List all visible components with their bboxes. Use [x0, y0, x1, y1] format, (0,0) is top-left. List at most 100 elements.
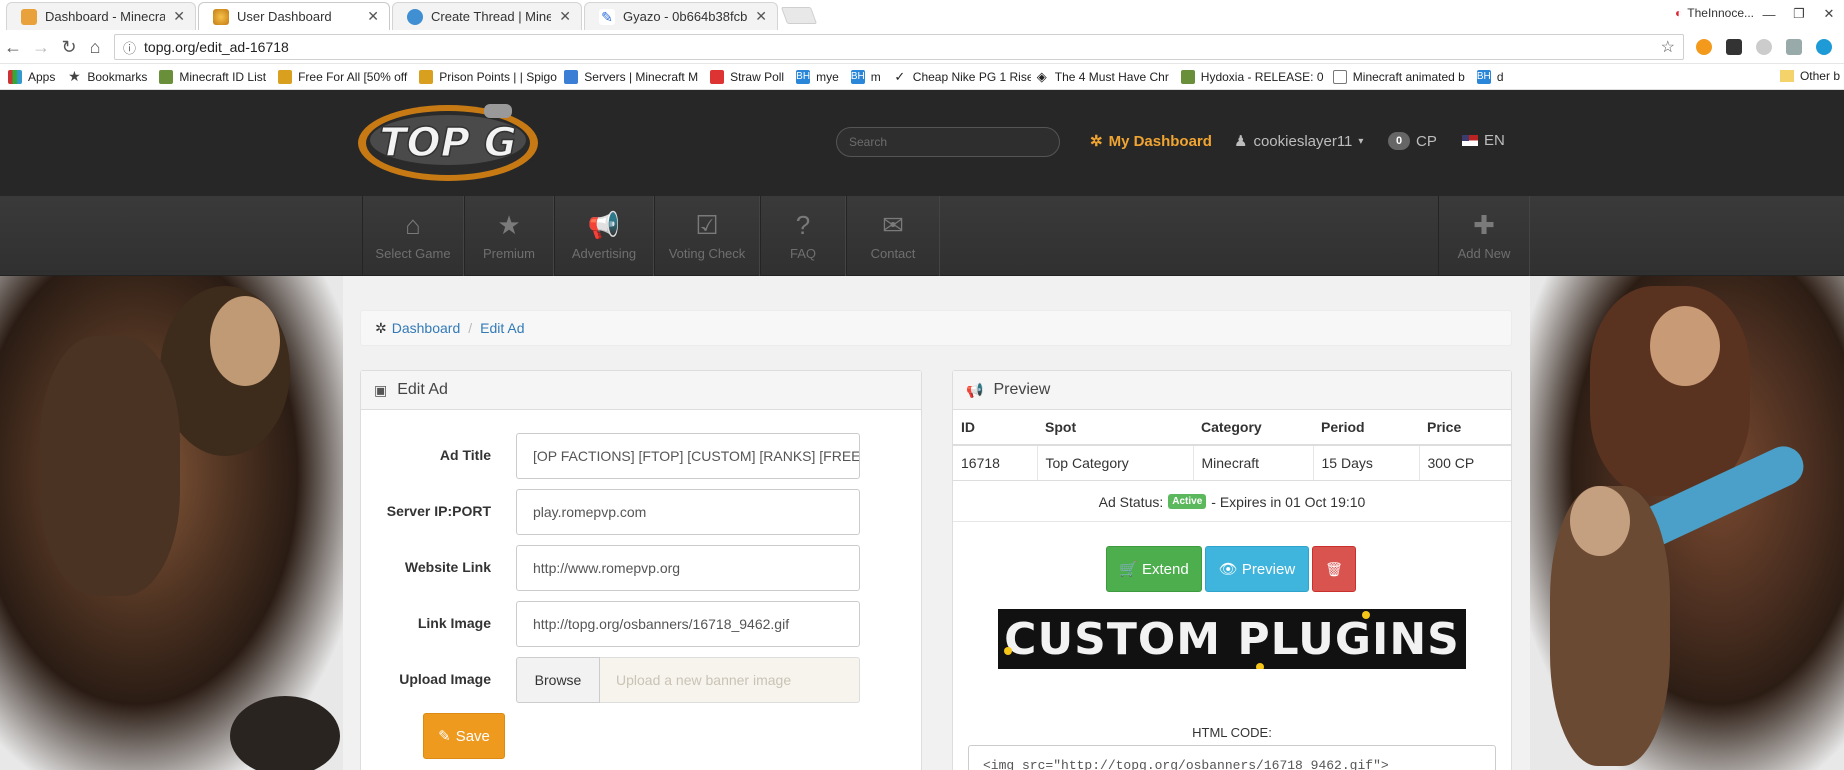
bookmark-cheap-nike[interactable]: ✓ Cheap Nike PG 1 Rise	[889, 70, 1030, 84]
browser-tab-bar: Dashboard - Minecraft-s ✕ User Dashboard…	[0, 0, 1844, 30]
close-window-icon[interactable]: ✕	[1814, 0, 1844, 28]
favicon-icon: ✎	[599, 8, 615, 25]
tab-dashboard-minecraft[interactable]: Dashboard - Minecraft-s ✕	[6, 2, 196, 30]
nav-premium[interactable]: ★ Premium	[464, 196, 554, 276]
ad-title-label: Ad Title	[439, 447, 491, 463]
svg-text:TOP G: TOP G	[379, 120, 516, 166]
bookmark-minecraft-animated[interactable]: Minecraft animated b	[1329, 69, 1473, 84]
banner-text: CUSTOM PLUGINS	[1004, 613, 1460, 665]
other-bookmarks[interactable]: Other b	[1779, 69, 1840, 83]
bh-icon: BH	[796, 69, 811, 84]
website-link-input[interactable]: http://www.romepvp.org	[516, 545, 860, 591]
edit-icon: ✎	[438, 728, 451, 745]
nav-add-new[interactable]: ✚ Add New	[1438, 196, 1530, 276]
edit-ad-panel-header: ▣ Edit Ad	[361, 371, 921, 410]
extension-gyazo-icon[interactable]	[1786, 39, 1802, 55]
tab-title: User Dashboard	[237, 9, 332, 24]
star-icon: ★	[68, 69, 81, 84]
bookmark-m[interactable]: BH m	[847, 69, 889, 84]
site-logo[interactable]: TOP G	[356, 98, 540, 184]
bullhorn-icon: 📢	[587, 209, 621, 240]
bookmark-free-for-all[interactable]: Free For All [50% off	[274, 69, 415, 84]
status-badge: Active	[1168, 494, 1207, 509]
breadcrumb-edit-ad-link[interactable]: Edit Ad	[480, 320, 524, 336]
bookmark-hydoxia[interactable]: Hydoxia - RELEASE: 0	[1177, 69, 1329, 84]
ad-title-input[interactable]: [OP FACTIONS] [FTOP] [CUSTOM] [RANKS] [F…	[516, 433, 860, 479]
html-code-label: HTML CODE:	[1192, 725, 1272, 740]
hero-artwork-left	[0, 276, 343, 770]
profile-button[interactable]: ◐ TheInnoce...	[1675, 6, 1754, 20]
extend-button[interactable]: 🛒 Extend	[1106, 546, 1202, 592]
site-search-input[interactable]	[836, 127, 1060, 157]
back-icon[interactable]: ←	[2, 36, 24, 58]
bookmark-prison-points[interactable]: Prison Points | | Spigo	[415, 69, 560, 84]
bookmark-bookmarks[interactable]: ★ Bookmarks	[63, 70, 155, 84]
minimize-icon[interactable]: —	[1754, 0, 1784, 28]
nav-voting-check[interactable]: ☑ Voting Check	[654, 196, 760, 276]
tab-create-thread[interactable]: Create Thread | Minecraf ✕	[392, 2, 582, 30]
gear-icon: ✲	[375, 319, 387, 336]
preview-panel-header: 📢 Preview	[953, 371, 1511, 410]
home-button-icon[interactable]: ⌂	[84, 36, 106, 58]
gear-icon: ✲	[1090, 133, 1103, 150]
cp-balance[interactable]: 0 CP	[1388, 132, 1437, 150]
close-icon[interactable]: ✕	[755, 8, 767, 25]
bookmark-mye[interactable]: BH mye	[792, 69, 847, 84]
html-code-textbox[interactable]: <img src="http://topg.org/osbanners/1671…	[968, 745, 1496, 770]
table-row: 16718 Top Category Minecraft 15 Days 300…	[953, 445, 1511, 481]
link-image-input[interactable]: http://topg.org/osbanners/16718_9462.gif	[516, 601, 860, 647]
url-bar[interactable]: ⓘ topg.org/edit_ad-16718 ☆	[114, 34, 1684, 60]
forward-icon[interactable]: →	[30, 36, 52, 58]
extension-gray-icon[interactable]	[1756, 39, 1772, 55]
bookmark-star-icon[interactable]: ☆	[1661, 37, 1675, 57]
maximize-icon[interactable]: ❐	[1784, 0, 1814, 28]
tab-user-dashboard[interactable]: User Dashboard ✕	[198, 2, 390, 30]
bookmark-minecraft-id-list[interactable]: Minecraft ID List	[155, 69, 274, 84]
reload-icon[interactable]: ↻	[58, 36, 80, 58]
bookmark-servers-minecraft[interactable]: Servers | Minecraft M	[560, 69, 706, 84]
check-square-icon: ☑	[695, 209, 719, 240]
close-icon[interactable]: ✕	[367, 8, 379, 25]
server-ip-row: Server IP:PORT play.romepvp.com	[361, 489, 921, 535]
grass-block-icon	[159, 69, 174, 84]
preview-button[interactable]: 👁 Preview	[1205, 546, 1309, 592]
nav-faq[interactable]: ? FAQ	[760, 196, 846, 276]
language-selector[interactable]: EN	[1462, 132, 1505, 149]
diamond-icon: ◈	[1036, 69, 1047, 84]
favicon-icon	[21, 8, 37, 25]
hero-artwork-right	[1530, 276, 1844, 770]
nav-contact[interactable]: ✉ Contact	[846, 196, 940, 276]
bookmark-apps[interactable]: Apps	[4, 69, 63, 84]
home-icon: ⌂	[405, 209, 421, 240]
upload-image-row: Upload Image Browse Upload a new banner …	[361, 657, 921, 703]
tab-title: Gyazo - 0b664b38fcb42c	[623, 9, 748, 24]
breadcrumb-dashboard-link[interactable]: ✲ Dashboard	[375, 320, 460, 337]
bookmark-straw-poll[interactable]: Straw Poll	[706, 69, 792, 84]
extension-skype-icon[interactable]	[1816, 39, 1832, 55]
browse-button[interactable]: Browse	[516, 657, 600, 703]
user-menu[interactable]: ♟ cookieslayer11 ▾	[1234, 132, 1363, 151]
delete-button[interactable]: 🗑	[1312, 546, 1356, 592]
tab-gyazo[interactable]: ✎ Gyazo - 0b664b38fcb42c ✕	[584, 2, 778, 30]
upload-image-input[interactable]: Upload a new banner image	[600, 657, 860, 703]
nav-select-game[interactable]: ⌂ Select Game	[362, 196, 464, 276]
nav-advertising[interactable]: 📢 Advertising	[554, 196, 654, 276]
server-ip-input[interactable]: play.romepvp.com	[516, 489, 860, 535]
info-icon[interactable]: ⓘ	[123, 38, 136, 57]
tab-title: Dashboard - Minecraft-s	[45, 9, 166, 24]
edit-ad-panel: ▣ Edit Ad Ad Title [OP FACTIONS] [FTOP] …	[360, 370, 922, 770]
question-icon: ?	[795, 209, 811, 240]
extension-flame-icon[interactable]	[1696, 39, 1712, 55]
save-button[interactable]: ✎ Save	[423, 713, 505, 759]
upload-image-label: Upload Image	[399, 671, 491, 687]
extension-dark-icon[interactable]	[1726, 39, 1742, 55]
close-icon[interactable]: ✕	[559, 8, 571, 25]
my-dashboard-link[interactable]: ✲ My Dashboard	[1090, 132, 1212, 151]
table-cell: Minecraft	[1193, 445, 1314, 481]
close-icon[interactable]: ✕	[173, 8, 185, 25]
bookmark-d[interactable]: BH d	[1473, 69, 1512, 84]
table-cell: 16718	[953, 445, 1038, 481]
new-tab-button[interactable]	[780, 7, 818, 24]
bookmark-4-must-have[interactable]: ◈ The 4 Must Have Chr	[1031, 70, 1177, 84]
cube-icon	[564, 69, 579, 84]
